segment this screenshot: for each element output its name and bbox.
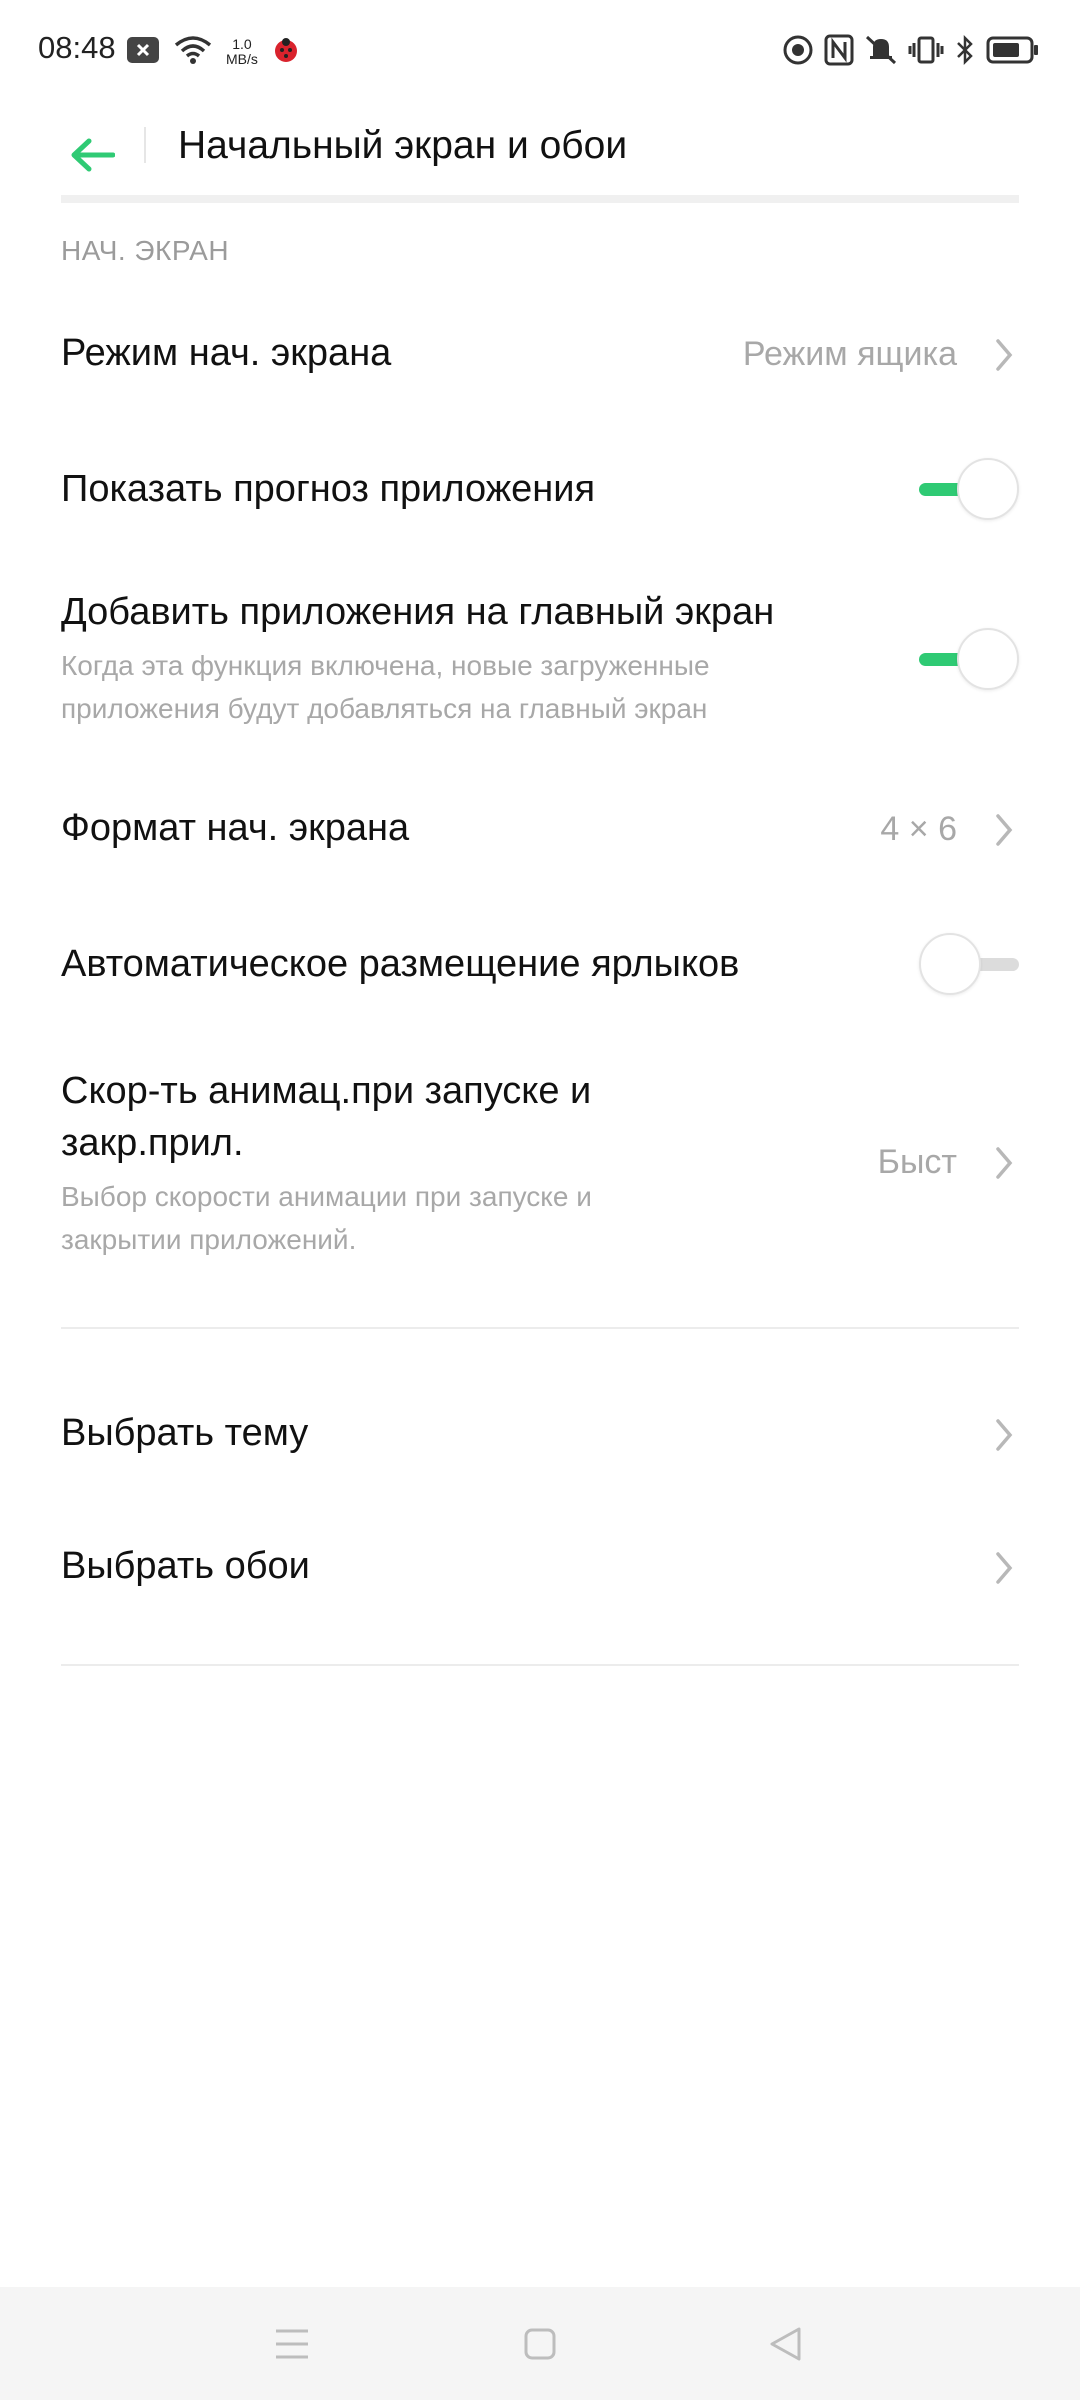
status-time: 08:48 xyxy=(38,30,116,65)
back-triangle-icon xyxy=(770,2327,801,2361)
header-separator xyxy=(61,195,1019,203)
choose-theme-title: Выбрать тему xyxy=(61,1412,309,1454)
choose-wallpaper-title: Выбрать обои xyxy=(61,1545,310,1587)
home-mode-value: Режим ящика xyxy=(742,335,957,373)
vibrate-icon xyxy=(908,34,944,71)
chevron-right-icon xyxy=(996,1419,1013,1451)
chevron-right-icon xyxy=(996,339,1013,371)
home-mode-title: Режим нач. экрана xyxy=(61,332,392,374)
screen: 08:48 1.0 MB/s Начальный экран и обои НА… xyxy=(0,0,1080,2400)
back-arrow-icon xyxy=(71,138,115,172)
animation-value: Быст xyxy=(877,1143,957,1181)
home-button[interactable] xyxy=(513,2317,567,2371)
section-divider xyxy=(61,1327,1019,1329)
add-apps-subtitle-line2: приложения будут добавляться на главный … xyxy=(61,693,708,724)
animation-title-line1: Скор-ть анимац.при запуске и xyxy=(61,1070,592,1112)
auto-shortcuts-toggle[interactable] xyxy=(919,933,1019,995)
layout-title: Формат нач. экрана xyxy=(61,807,410,849)
page-title: Начальный экран и обои xyxy=(178,124,628,167)
animation-title-line2: закр.прил. xyxy=(61,1122,244,1164)
app-prediction-title: Показать прогноз приложения xyxy=(61,468,596,510)
back-button[interactable] xyxy=(62,125,122,185)
menu-icon xyxy=(276,2329,308,2359)
nfc-icon xyxy=(824,34,854,71)
auto-shortcuts-title: Автоматическое размещение ярлыков xyxy=(61,943,740,985)
app-prediction-row: Показать прогноз приложения xyxy=(61,458,1019,520)
battery-icon xyxy=(986,35,1040,70)
layout-value: 4 × 6 xyxy=(880,810,957,848)
chevron-right-icon xyxy=(996,1552,1013,1584)
app-header: Начальный экран и обои xyxy=(0,105,1080,205)
menu-button[interactable] xyxy=(265,2317,319,2371)
network-speed-unit: MB/s xyxy=(226,51,258,67)
status-right-icons xyxy=(782,32,1040,72)
do-not-disturb-icon xyxy=(782,34,814,71)
animation-subtitle-line2: закрытии приложений. xyxy=(61,1224,357,1255)
mute-icon xyxy=(864,34,898,71)
app-prediction-toggle[interactable] xyxy=(919,458,1019,520)
add-apps-title: Добавить приложения на главный экран xyxy=(61,591,775,633)
back-nav-button[interactable] xyxy=(758,2317,812,2371)
toggle-thumb xyxy=(957,458,1019,520)
toggle-thumb xyxy=(957,628,1019,690)
chevron-right-icon xyxy=(996,814,1013,846)
status-bar: 08:48 1.0 MB/s xyxy=(0,0,1080,105)
home-square-icon xyxy=(524,2328,556,2360)
status-left-icons: 1.0 MB/s xyxy=(126,34,300,70)
layout-row[interactable]: Формат нач. экрана 4 × 6 xyxy=(61,800,1019,860)
notification-x-icon xyxy=(126,36,160,69)
header-divider xyxy=(144,127,146,163)
home-mode-row[interactable]: Режим нач. экрана Режим ящика xyxy=(61,325,1019,385)
add-apps-subtitle-line1: Когда эта функция включена, новые загруж… xyxy=(61,650,710,681)
animation-speed-row[interactable]: Скор-ть анимац.при запуске и закр.прил. … xyxy=(61,1065,1019,1265)
network-speed: 1.0 MB/s xyxy=(226,37,258,67)
network-speed-value: 1.0 xyxy=(232,36,252,52)
toggle-thumb xyxy=(919,933,981,995)
add-apps-row: Добавить приложения на главный экран Ког… xyxy=(61,586,1019,736)
choose-wallpaper-row[interactable]: Выбрать обои xyxy=(61,1538,1019,1598)
section-header-home-screen: НАЧ. ЭКРАН xyxy=(61,235,230,266)
bottom-divider xyxy=(61,1664,1019,1666)
auto-shortcuts-row: Автоматическое размещение ярлыков xyxy=(61,933,1019,995)
add-apps-toggle[interactable] xyxy=(919,628,1019,690)
choose-theme-row[interactable]: Выбрать тему xyxy=(61,1405,1019,1465)
chevron-right-icon xyxy=(996,1147,1013,1179)
navigation-bar xyxy=(0,2287,1080,2400)
wifi-icon xyxy=(174,35,212,70)
animation-subtitle-line1: Выбор скорости анимации при запуске и xyxy=(61,1181,592,1212)
bluetooth-icon xyxy=(954,34,976,71)
ladybug-app-icon xyxy=(272,36,300,69)
